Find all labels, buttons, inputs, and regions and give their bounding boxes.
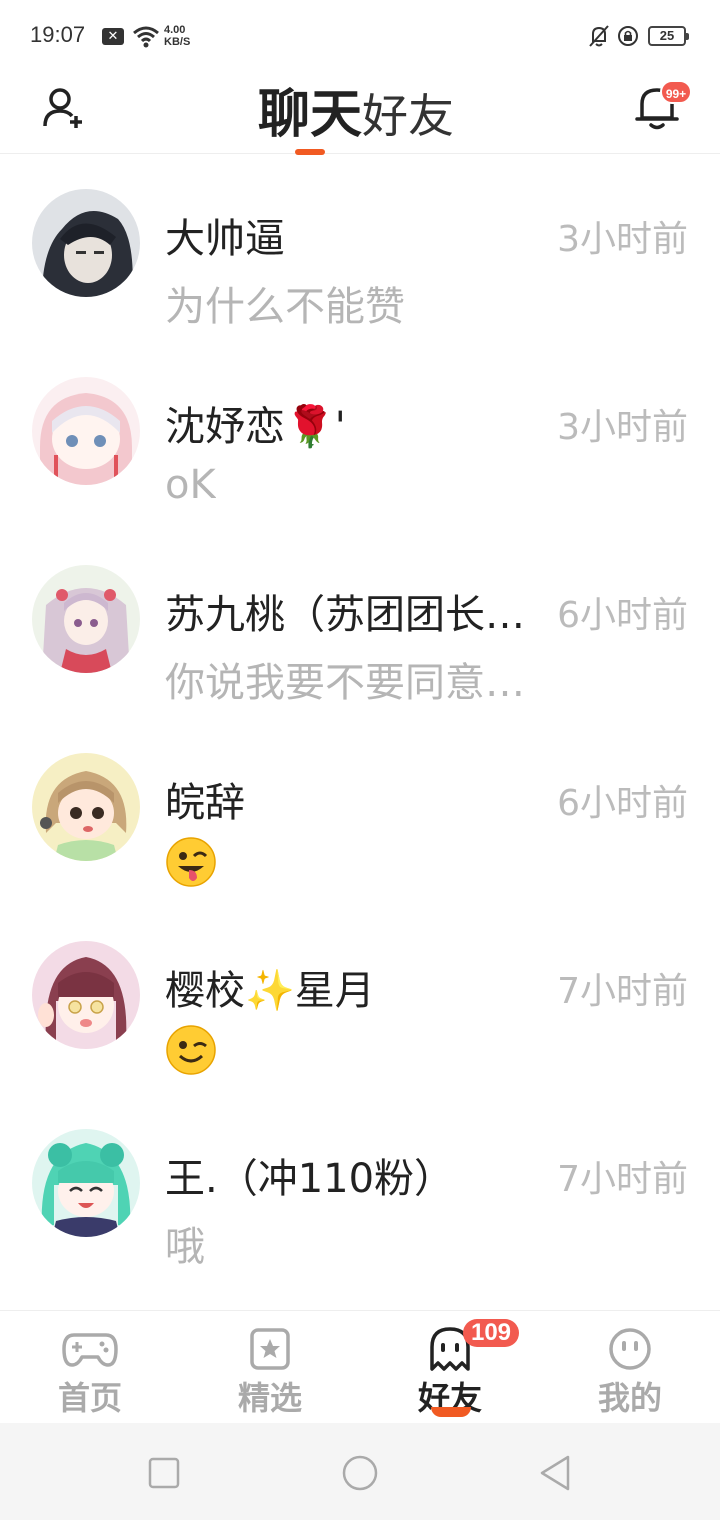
chat-row[interactable]: 皖辞 6小时前 (0, 718, 720, 906)
nav-me[interactable]: 我的 (540, 1311, 720, 1424)
net-speed-unit: KB/S (164, 36, 191, 48)
chat-name: 沈妤恋🌹' (165, 404, 346, 450)
net-speed: 4.00 KB/S (164, 24, 190, 48)
chat-name: 皖辞 (165, 780, 245, 826)
chat-time: 3小时前 (557, 219, 688, 260)
friends-badge: 109 (463, 1319, 519, 1347)
face-icon (609, 1328, 651, 1370)
nav-featured[interactable]: 精选 (180, 1311, 360, 1424)
avatar[interactable] (32, 941, 140, 1049)
chat-last-message: 你说我要不要同意… (165, 660, 525, 706)
bell-muted-icon (589, 25, 609, 47)
nav-friends[interactable]: 109 好友 (360, 1311, 540, 1424)
tab-friends[interactable]: 好友 (362, 89, 454, 143)
chat-row[interactable]: 苏九桃（苏团团长… 你说我要不要同意… 6小时前 (0, 530, 720, 718)
active-nav-indicator (431, 1407, 471, 1417)
chat-last-message: oK (165, 462, 216, 508)
avatar[interactable] (32, 565, 140, 673)
chat-time: 3小时前 (557, 407, 688, 448)
chat-time: 7小时前 (557, 971, 688, 1012)
gamepad-icon (62, 1333, 118, 1367)
wifi-icon (133, 26, 159, 48)
chat-row[interactable]: 大帅逼 为什么不能赞 3小时前 (0, 154, 720, 342)
home-icon[interactable] (340, 1453, 380, 1493)
tab-chat[interactable]: 聊天 (258, 85, 362, 145)
rotation-lock-icon (618, 26, 638, 46)
chat-last-message: 为什么不能赞 (165, 284, 405, 330)
chat-time: 6小时前 (557, 595, 688, 636)
notification-icon: ✕ (102, 28, 124, 45)
recent-apps-icon[interactable] (144, 1453, 184, 1493)
chat-time: 7小时前 (557, 1159, 688, 1200)
avatar[interactable] (32, 1129, 140, 1237)
system-nav-bar (0, 1423, 720, 1520)
add-friend-icon[interactable] (40, 84, 88, 132)
battery-indicator: 25 (648, 26, 689, 46)
avatar[interactable] (32, 753, 140, 861)
nav-label: 精选 (237, 1379, 302, 1417)
status-bar: 19:07 ✕ 4.00 KB/S 25 (0, 0, 720, 70)
notification-badge: 99+ (660, 80, 692, 104)
nav-label: 首页 (57, 1379, 122, 1417)
chat-row[interactable]: 樱校✨星月 7小时前 (0, 906, 720, 1094)
chat-name: 樱校✨星月 (165, 968, 375, 1014)
chat-name: 大帅逼 (165, 216, 285, 262)
nav-home[interactable]: 首页 (0, 1311, 180, 1424)
header-tabs: 聊天好友 (258, 72, 454, 155)
status-time: 19:07 (30, 22, 86, 47)
chat-time: 6小时前 (557, 783, 688, 824)
chat-row[interactable]: 沈妤恋🌹' oK 3小时前 (0, 342, 720, 530)
avatar[interactable] (32, 377, 140, 485)
back-icon[interactable] (536, 1453, 576, 1493)
avatar[interactable] (32, 189, 140, 297)
winking-face-icon (166, 1025, 216, 1075)
chat-last-message: 哦 (165, 1224, 205, 1270)
chat-name: 苏九桃（苏团团长… (165, 592, 525, 638)
bottom-nav: 首页 精选 109 好友 我的 (0, 1310, 720, 1423)
chat-name: 王.（冲110粉） (165, 1156, 455, 1202)
star-bookmark-icon (250, 1328, 290, 1370)
nav-label: 我的 (597, 1379, 662, 1417)
net-speed-value: 4.00 (164, 24, 186, 36)
winking-face-with-tongue-icon (166, 837, 216, 887)
chat-row[interactable]: 王.（冲110粉） 哦 7小时前 (0, 1094, 720, 1282)
app-header: 聊天好友 99+ (0, 70, 720, 155)
